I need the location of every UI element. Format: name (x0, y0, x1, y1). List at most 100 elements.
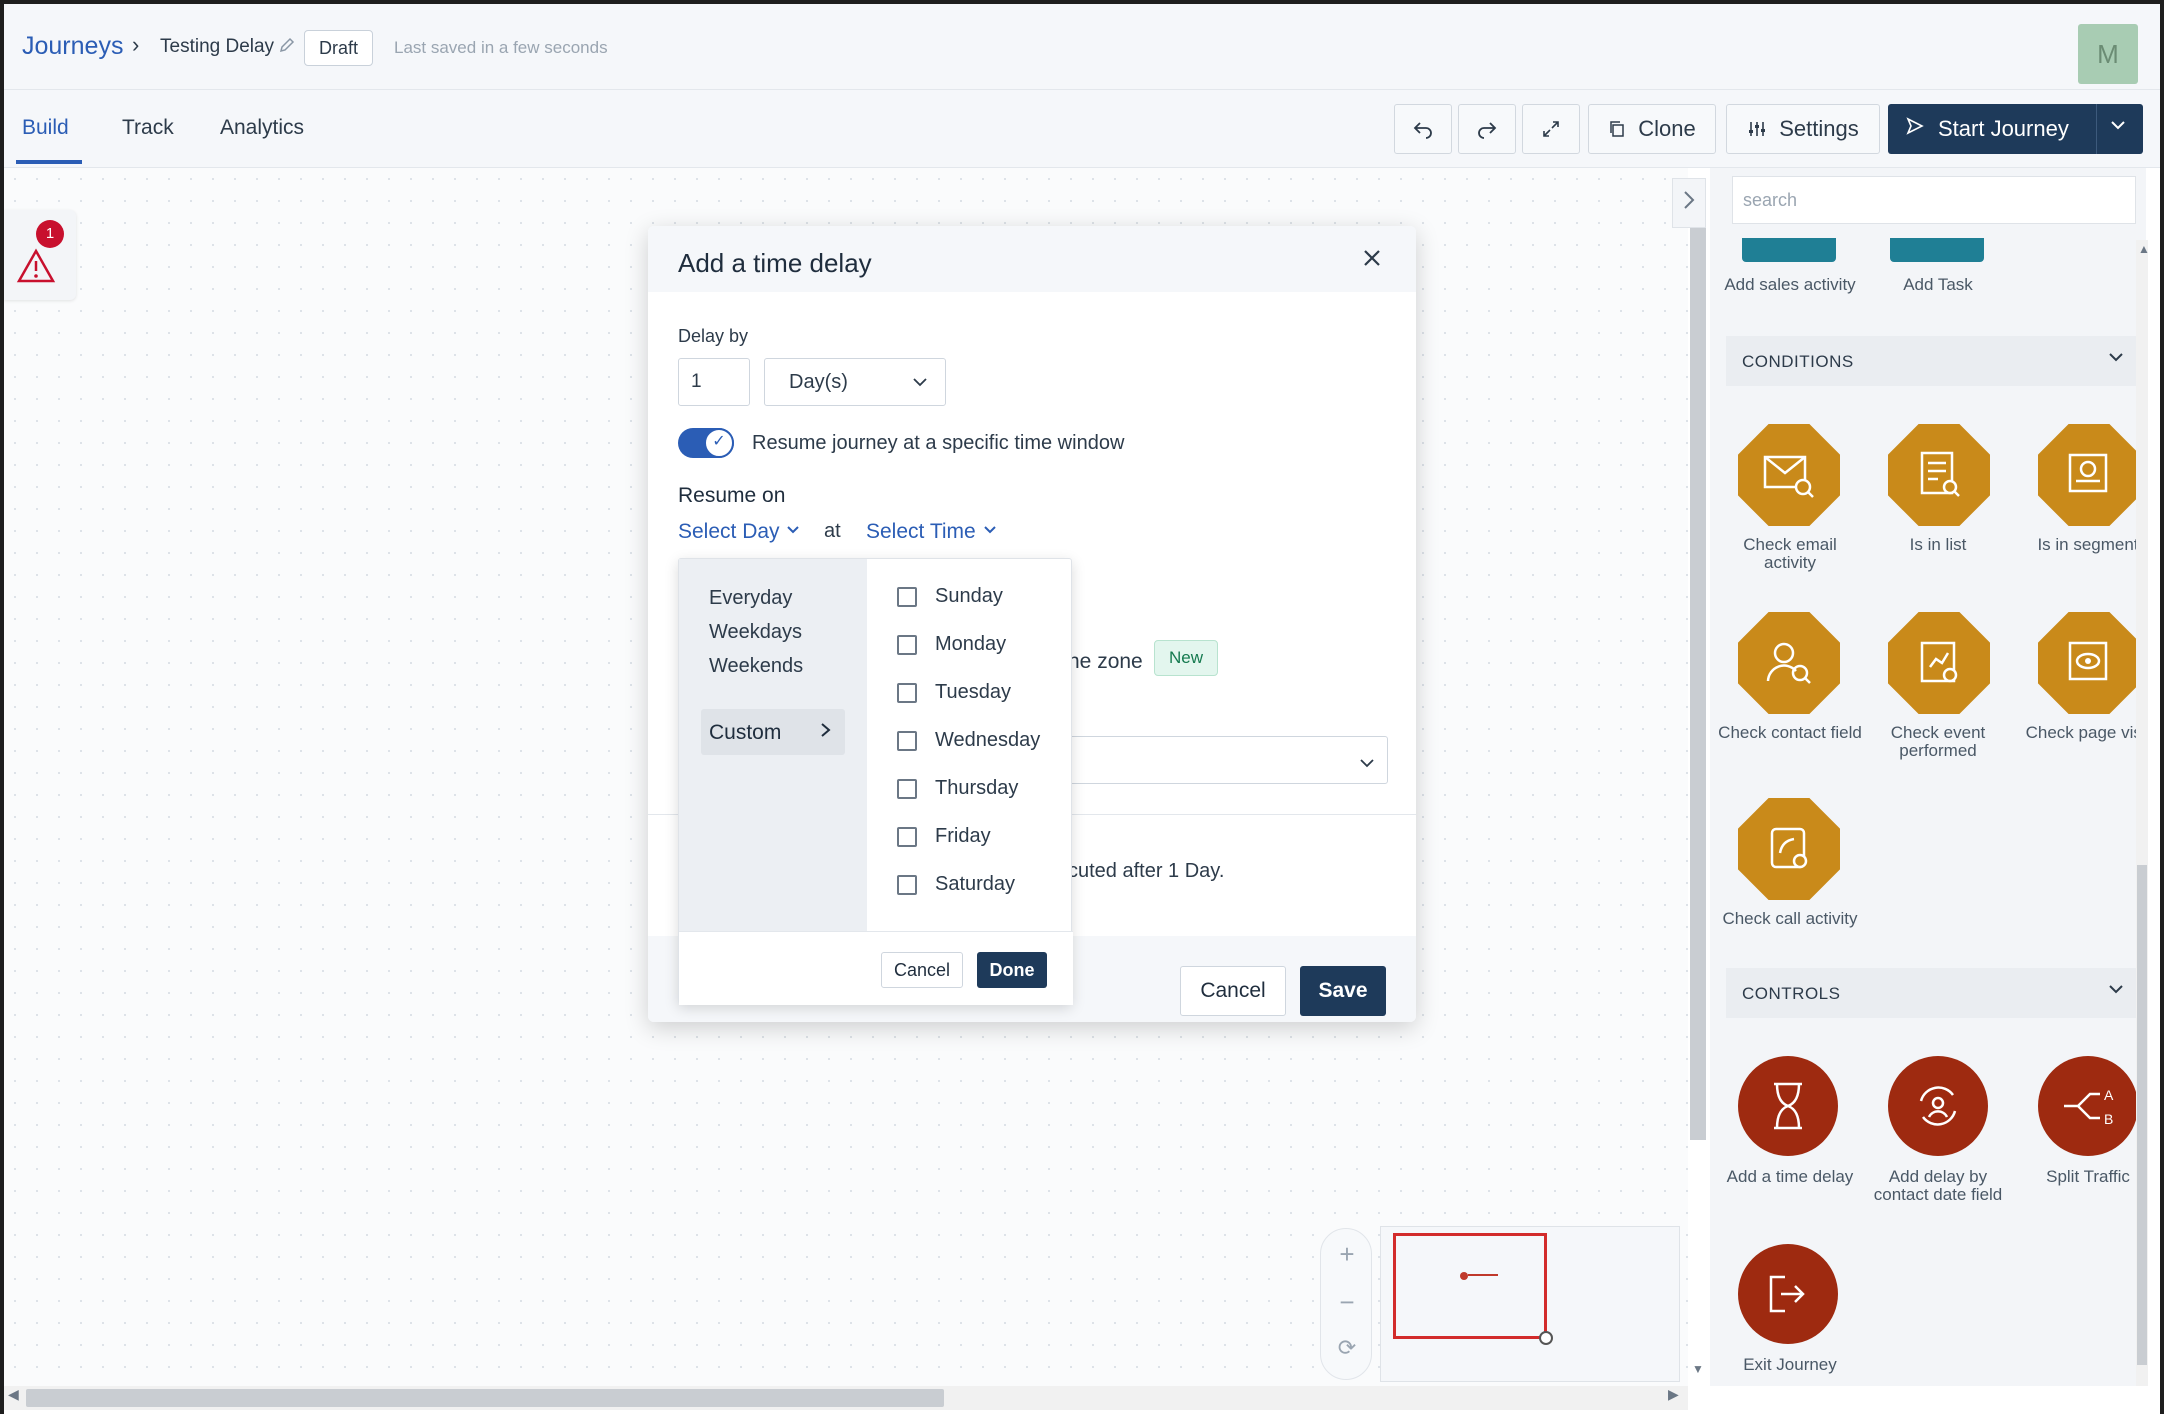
reset-zoom-icon[interactable]: ⟳ (1321, 1335, 1373, 1361)
settings-button[interactable]: Settings (1726, 104, 1880, 154)
sunday-checkbox[interactable] (897, 586, 917, 607)
chevron-down-icon (983, 526, 996, 534)
redo-icon (1478, 122, 1497, 139)
popover-footer: Cancel Done (679, 931, 1073, 1005)
day-option-wednesday[interactable]: Wednesday (897, 729, 1040, 752)
edit-pencil-icon[interactable] (278, 36, 296, 60)
minimap-resize-handle[interactable] (1539, 1331, 1553, 1345)
chevron-down-icon[interactable] (2108, 114, 2128, 140)
component-split-traffic-label: Split Traffic (2046, 1167, 2130, 1186)
canvas-minimap[interactable] (1380, 1226, 1680, 1382)
redo-button[interactable] (1458, 104, 1516, 154)
warning-count-badge: 1 (36, 220, 64, 248)
copy-icon (1610, 121, 1624, 137)
popover-cancel-button[interactable]: Cancel (881, 952, 963, 988)
task-icon[interactable] (1890, 238, 1984, 262)
is-in-segment-icon[interactable] (2038, 424, 2140, 526)
monday-checkbox[interactable] (897, 634, 917, 655)
active-tab-indicator (16, 160, 82, 164)
panel-scroll-up-icon[interactable]: ▲ (2138, 242, 2150, 256)
breadcrumb-journeys-link[interactable]: Journeys (22, 32, 123, 61)
day-option-sunday[interactable]: Sunday (897, 585, 1003, 608)
tab-analytics[interactable]: Analytics (220, 116, 304, 140)
resume-window-label: Resume journey at a specific time window (752, 432, 1125, 454)
tuesday-label: Tuesday (935, 681, 1011, 703)
check-email-activity-icon[interactable] (1738, 424, 1840, 526)
zoom-in-icon[interactable]: + (1321, 1239, 1373, 1270)
is-in-list-icon[interactable] (1888, 424, 1990, 526)
tab-build[interactable]: Build (22, 116, 69, 140)
canvas-vertical-scroll-thumb[interactable] (1690, 225, 1706, 1140)
day-option-tuesday[interactable]: Tuesday (897, 681, 1011, 704)
day-option-friday[interactable]: Friday (897, 825, 991, 848)
warning-triangle-icon (16, 248, 56, 283)
minimap-node (1460, 1272, 1468, 1280)
panel-collapse-toggle[interactable] (1672, 178, 1706, 228)
preset-weekdays[interactable]: Weekdays (709, 621, 802, 644)
select-day-label: Select Day (678, 520, 780, 543)
new-badge: New (1154, 640, 1219, 676)
scroll-left-arrow-icon[interactable]: ◀ (8, 1386, 19, 1403)
timezone-option-label: ne zone (1068, 650, 1143, 673)
minimap-viewport[interactable] (1393, 1233, 1547, 1339)
conditions-section-header[interactable]: CONDITIONS (1726, 336, 2136, 386)
canvas-scroll-down-icon[interactable]: ▼ (1692, 1362, 1704, 1376)
status-badge: Draft (304, 30, 374, 66)
warnings-widget[interactable]: 1 (4, 210, 76, 300)
component-add-time-delay-label: Add a time delay (1726, 1167, 1854, 1186)
close-icon[interactable] (1360, 244, 1384, 278)
component-exit-journey-label: Exit Journey (1743, 1355, 1837, 1374)
check-contact-field-icon[interactable] (1738, 612, 1840, 714)
day-option-thursday[interactable]: Thursday (897, 777, 1018, 800)
preset-everyday[interactable]: Everyday (709, 587, 792, 610)
undo-button[interactable] (1394, 104, 1452, 154)
sunday-label: Sunday (935, 585, 1003, 607)
panel-scroll-thumb[interactable] (2137, 865, 2147, 1365)
delay-value-input[interactable]: 1 (678, 358, 750, 406)
zoom-controls: + − ⟳ (1320, 1228, 1372, 1380)
delay-by-contact-date-icon[interactable] (1888, 1056, 1988, 1156)
fullscreen-button[interactable] (1522, 104, 1580, 154)
tuesday-checkbox[interactable] (897, 682, 917, 703)
friday-checkbox[interactable] (897, 826, 917, 847)
sales-activity-icon[interactable] (1742, 238, 1836, 262)
check-event-performed-icon[interactable] (1888, 612, 1990, 714)
modal-cancel-button[interactable]: Cancel (1180, 966, 1286, 1016)
component-add-delay-contact-date-label: Add delay by contact date field (1873, 1167, 2003, 1204)
day-option-saturday[interactable]: Saturday (897, 873, 1015, 896)
check-page-visit-icon[interactable] (2038, 612, 2140, 714)
preset-custom[interactable]: Custom (701, 709, 845, 755)
scroll-right-arrow-icon[interactable]: ▶ (1668, 1386, 1679, 1403)
popover-done-button[interactable]: Done (977, 952, 1047, 988)
zoom-out-icon[interactable]: − (1321, 1287, 1373, 1318)
check-call-activity-icon[interactable] (1738, 798, 1840, 900)
thursday-checkbox[interactable] (897, 778, 917, 799)
select-time-dropdown[interactable]: Select Time (866, 520, 998, 544)
component-add-sales-activity-label: Add sales activity (1724, 275, 1856, 294)
component-check-page-visit-label: Check page visit (2025, 723, 2146, 742)
timezone-select[interactable] (1058, 736, 1388, 784)
resume-on-label: Resume on (678, 484, 786, 507)
delay-unit-select[interactable]: Day(s) (764, 358, 946, 406)
day-option-monday[interactable]: Monday (897, 633, 1006, 656)
svg-text:A: A (2104, 1087, 2114, 1103)
split-traffic-icon[interactable]: AB (2038, 1056, 2138, 1156)
hourglass-icon[interactable] (1738, 1056, 1838, 1156)
select-day-dropdown[interactable]: Select Day (678, 520, 801, 544)
tab-track[interactable]: Track (122, 116, 174, 140)
start-journey-button[interactable]: Start Journey (1888, 104, 2143, 154)
controls-section-header[interactable]: CONTROLS (1726, 968, 2136, 1018)
preset-weekends[interactable]: Weekends (709, 655, 803, 678)
user-avatar[interactable]: M (2078, 24, 2138, 84)
delay-unit-value: Day(s) (789, 371, 848, 393)
clone-button[interactable]: Clone (1588, 104, 1716, 154)
component-search-input[interactable]: search (1732, 176, 2136, 224)
modal-save-button[interactable]: Save (1300, 966, 1386, 1016)
chevron-down-icon (2106, 346, 2126, 372)
saturday-checkbox[interactable] (897, 874, 917, 895)
canvas-horizontal-scroll-thumb[interactable] (26, 1389, 944, 1407)
exit-journey-icon[interactable] (1738, 1244, 1838, 1344)
component-check-call-activity-label: Check call activity (1722, 909, 1858, 928)
wednesday-checkbox[interactable] (897, 730, 917, 751)
resume-window-toggle[interactable]: ✓ (678, 428, 734, 458)
